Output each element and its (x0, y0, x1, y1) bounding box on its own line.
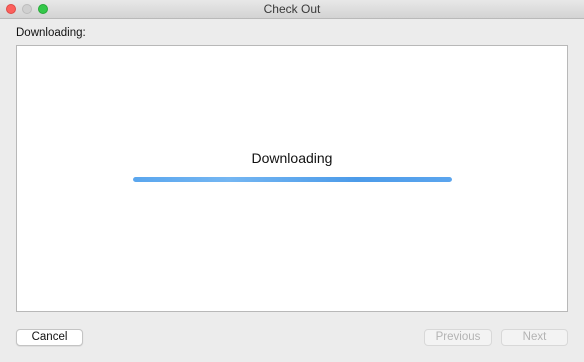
window-title: Check Out (263, 2, 321, 16)
previous-button[interactable]: Previous (424, 329, 492, 346)
title-bar: Check Out (0, 0, 584, 19)
download-status-text: Downloading (251, 150, 333, 166)
download-progress-fill (133, 177, 452, 182)
download-progress-bar (133, 177, 452, 182)
checkout-window: Check Out Downloading: Downloading Cance… (0, 0, 584, 362)
download-panel: Downloading (16, 45, 568, 312)
section-label: Downloading: (16, 27, 86, 39)
cancel-button[interactable]: Cancel (16, 329, 83, 346)
next-button[interactable]: Next (501, 329, 568, 346)
